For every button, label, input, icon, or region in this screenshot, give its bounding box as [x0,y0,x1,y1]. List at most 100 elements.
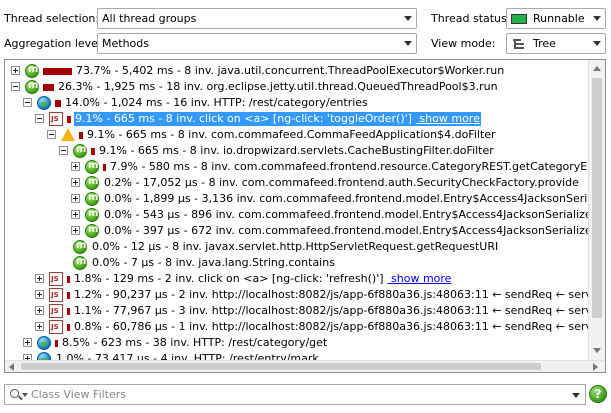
show-more-link[interactable]: show more [388,272,451,285]
percentage-bar [103,164,106,171]
collapse-icon[interactable] [11,82,20,91]
tree-row[interactable]: 7.9% - 580 ms - 8 inv. com.commafeed.fro… [5,159,605,175]
filter-options-chevron-icon[interactable] [22,393,28,397]
thread-selection-combo[interactable]: All thread groups [97,8,417,29]
vertical-scroll-thumb[interactable] [592,78,602,318]
collapse-icon[interactable] [47,130,56,139]
tree-row[interactable]: 73.7% - 5,402 ms - 8 inv. java.util.conc… [5,63,605,79]
expand-icon[interactable] [35,322,44,331]
tree-row-text: 1.2% - 90,237 µs - 2 inv. http://localho… [74,288,606,301]
show-more-link[interactable]: show more [416,112,479,125]
tree-row[interactable]: 1.8% - 129 ms - 2 inv. click on <a> [ng-… [5,271,605,287]
expand-icon[interactable] [35,274,44,283]
percentage-bar [55,340,58,347]
expand-icon[interactable] [71,194,80,203]
tree-row-label: 0.0% - 12 µs - 8 inv. javax.servlet.http… [91,240,499,254]
tree-row-text: 9.1% - 665 ms - 8 inv. click on <a> [ng-… [75,112,412,125]
call-tree: 73.7% - 5,402 ms - 8 inv. java.util.conc… [5,60,605,372]
tree-row[interactable]: 0.0% - 1,899 µs - 3,136 inv. com.commafe… [5,191,605,207]
tree-row-label: 7.9% - 580 ms - 8 inv. com.commafeed.fro… [109,160,606,174]
horizontal-scrollbar[interactable] [5,360,605,372]
aggregation-level-value: Methods [102,37,149,50]
method-icon [73,256,87,270]
tree-row-text: 9.1% - 665 ms - 8 inv. io.dropwizard.ser… [99,144,494,157]
tree-row[interactable]: 0.8% - 60,786 µs - 1 inv. http://localho… [5,319,605,335]
expand-icon[interactable] [35,290,44,299]
javascript-icon [49,272,63,286]
tree-row-label: 8.5% - 623 ms - 38 inv. HTTP: /rest/cate… [61,336,328,350]
tree-row-label: 1.1% - 77,967 µs - 3 inv. http://localho… [73,304,606,318]
vertical-scrollbar[interactable] [588,60,605,360]
expand-icon[interactable] [71,162,80,171]
search-icon[interactable] [10,389,19,398]
tree-row-label: 1.8% - 129 ms - 2 inv. click on <a> [ng-… [73,272,452,286]
tree-row-label: 14.0% - 1,024 ms - 16 inv. HTTP: /rest/c… [64,96,369,110]
status-color-swatch [511,14,527,24]
percentage-bar [67,292,70,299]
globe-icon [37,96,51,110]
collapse-icon[interactable] [35,114,44,123]
view-mode-combo[interactable]: Tree [506,33,606,54]
tree-row-text: 7.9% - 580 ms - 8 inv. com.commafeed.fro… [110,160,606,173]
thread-status-combo[interactable]: Runnable [506,8,606,29]
scroll-up-icon[interactable] [593,66,601,71]
tree-row[interactable]: 9.1% - 665 ms - 8 inv. click on <a> [ng-… [5,111,605,127]
tree-icon [513,38,525,50]
percentage-bar [67,308,70,315]
javascript-icon [49,288,63,302]
tree-row[interactable]: 9.1% - 665 ms - 8 inv. io.dropwizard.ser… [5,143,605,159]
chevron-down-icon[interactable] [572,393,580,398]
tree-row[interactable]: 0.0% - 543 µs - 896 inv. com.commafeed.f… [5,207,605,223]
tree-row-text: 1.8% - 129 ms - 2 inv. click on <a> [ng-… [74,272,384,285]
method-icon [85,192,99,206]
tree-row[interactable]: 0.0% - 397 µs - 672 inv. com.commafeed.f… [5,223,605,239]
tree-row-text: 8.5% - 623 ms - 38 inv. HTTP: /rest/cate… [62,336,328,349]
expand-icon[interactable] [71,210,80,219]
tree-row-text: 0.0% - 543 µs - 896 inv. com.commafeed.f… [104,208,606,221]
chevron-down-icon [404,41,412,46]
expand-icon[interactable] [71,226,80,235]
tree-row-label: 26.3% - 1,925 ms - 18 inv. org.eclipse.j… [57,80,499,94]
tree-row-label: 0.8% - 60,786 µs - 1 inv. http://localho… [73,320,605,334]
tree-row-label: 9.1% - 665 ms - 8 inv. click on <a> [ng-… [74,112,481,126]
tree-row[interactable]: 0.2% - 17,052 µs - 8 inv. com.commafeed.… [5,175,605,191]
method-icon [85,160,99,174]
collapse-icon[interactable] [23,98,32,107]
toolbar: Thread selection: All thread groups Thre… [0,0,611,60]
tree-row[interactable]: 14.0% - 1,024 ms - 16 inv. HTTP: /rest/c… [5,95,605,111]
method-icon [25,80,39,94]
tree-row-text: 73.7% - 5,402 ms - 8 inv. java.util.conc… [76,64,505,77]
tree-row-label: 0.0% - 397 µs - 672 inv. com.commafeed.f… [103,224,605,238]
tree-row[interactable]: 1.2% - 90,237 µs - 2 inv. http://localho… [5,287,605,303]
tree-row[interactable]: 26.3% - 1,925 ms - 18 inv. org.eclipse.j… [5,79,605,95]
horizontal-scroll-thumb[interactable] [21,363,541,370]
thread-selection-label: Thread selection: [4,12,100,25]
expand-icon[interactable] [71,178,80,187]
aggregation-level-combo[interactable]: Methods [97,33,417,54]
scroll-down-icon[interactable] [593,348,601,353]
expand-icon[interactable] [11,66,20,75]
tree-row-label: 73.7% - 5,402 ms - 8 inv. java.util.conc… [75,64,505,78]
javascript-icon [49,112,63,126]
percentage-bar [55,100,61,107]
tree-row[interactable]: 9.1% - 665 ms - 8 inv. com.commafeed.Com… [5,127,605,143]
tree-row-text: 26.3% - 1,925 ms - 18 inv. org.eclipse.j… [58,80,498,93]
globe-icon [37,336,51,350]
tree-row-label: 0.2% - 17,052 µs - 8 inv. com.commafeed.… [103,176,580,190]
tree-row[interactable]: 0.0% - 12 µs - 8 inv. javax.servlet.http… [5,239,605,255]
scroll-right-icon[interactable] [593,363,598,371]
scroll-left-icon[interactable] [9,363,14,371]
tree-row-text: 1.1% - 77,967 µs - 3 inv. http://localho… [74,304,606,317]
collapse-icon[interactable] [59,146,68,155]
aggregation-level-label: Aggregation level: [4,37,105,50]
class-view-filter-input[interactable]: Class View Filters [4,384,586,405]
method-icon [73,144,87,158]
expand-icon[interactable] [23,338,32,347]
tree-row-text: 0.2% - 17,052 µs - 8 inv. com.commafeed.… [104,176,579,189]
tree-row[interactable]: 1.1% - 77,967 µs - 3 inv. http://localho… [5,303,605,319]
tree-row[interactable]: 8.5% - 623 ms - 38 inv. HTTP: /rest/cate… [5,335,605,351]
tree-row[interactable]: 0.0% - 7 µs - 8 inv. java.lang.String.co… [5,255,605,271]
help-icon[interactable]: ? [589,385,607,403]
expand-icon[interactable] [35,306,44,315]
tree-row-text: 0.0% - 12 µs - 8 inv. javax.servlet.http… [92,240,499,253]
